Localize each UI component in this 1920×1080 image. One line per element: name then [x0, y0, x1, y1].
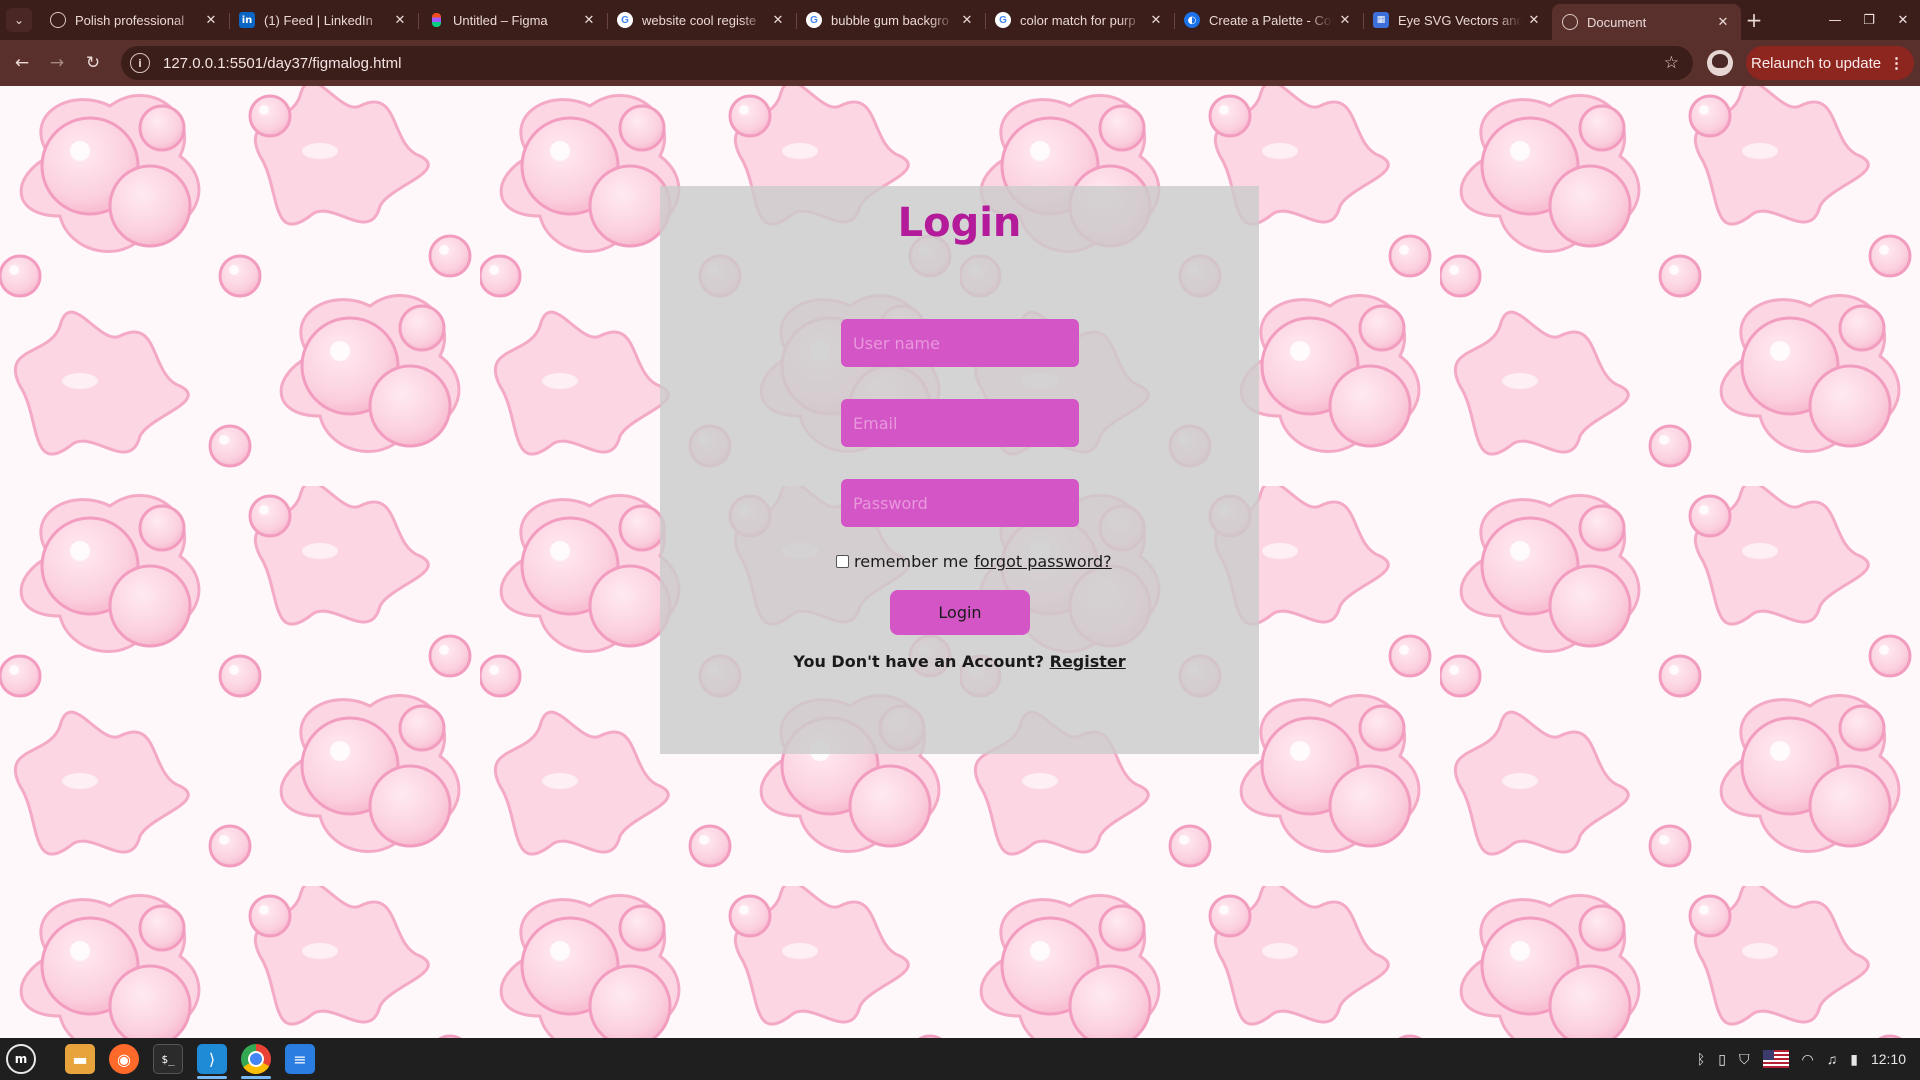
palette-icon: ◐	[1184, 12, 1200, 28]
google-icon: G	[806, 12, 822, 28]
globe-icon	[50, 12, 66, 28]
system-tray: ᛒ ▯ ⛉ ◠ ♫ ▮ 12:10	[1697, 1038, 1920, 1080]
remember-me-label: remember me	[854, 552, 969, 571]
linkedin-icon: in	[239, 12, 255, 28]
register-link[interactable]: Register	[1050, 652, 1126, 671]
google-icon: G	[995, 12, 1011, 28]
site-info-icon[interactable]: i	[130, 53, 150, 73]
tab-strip: ⌄ Polish professional ✕ in (1) Feed | Li…	[0, 0, 1920, 40]
clock[interactable]: 12:10	[1871, 1051, 1906, 1067]
more-menu-icon[interactable]: ⋮	[1889, 54, 1904, 72]
chrome-icon[interactable]	[241, 1044, 271, 1074]
page-viewport: Login remember me forgot password? Login…	[0, 86, 1920, 1038]
tab-document[interactable]: Document ✕	[1552, 4, 1741, 40]
globe-icon	[1562, 14, 1578, 30]
tab-website-cool-register[interactable]: G website cool registe ✕	[607, 4, 796, 36]
browser-toolbar: ← → ↻ i 127.0.0.1:5501/day37/figmalog.ht…	[0, 40, 1920, 86]
login-card: Login remember me forgot password? Login…	[660, 186, 1259, 754]
bluetooth-icon[interactable]: ᛒ	[1697, 1051, 1705, 1067]
register-row: You Don't have an Account? Register	[660, 652, 1259, 671]
tab-title: Polish professional	[75, 12, 185, 28]
reload-icon[interactable]: ↻	[81, 51, 105, 75]
close-icon[interactable]: ✕	[959, 12, 975, 28]
login-title: Login	[897, 200, 1022, 246]
terminal-icon[interactable]: $_	[153, 1044, 183, 1074]
tab-color-match[interactable]: G color match for purp ✕	[985, 4, 1174, 36]
close-icon[interactable]: ✕	[581, 12, 597, 28]
forward-arrow-icon[interactable]: →	[45, 51, 69, 75]
vscode-icon[interactable]: ⟩	[197, 1044, 227, 1074]
active-app-indicator	[241, 1076, 271, 1079]
no-account-text: You Don't have an Account?	[793, 652, 1045, 671]
forgot-password-link[interactable]: forgot password?	[974, 552, 1111, 571]
files-icon[interactable]: ▬	[65, 1044, 95, 1074]
back-arrow-icon[interactable]: ←	[10, 51, 34, 75]
tab-title: website cool registe	[642, 12, 757, 28]
tab-title: Eye SVG Vectors and	[1398, 12, 1522, 28]
close-icon[interactable]: ✕	[392, 12, 408, 28]
tab-title: Untitled – Figma	[453, 12, 548, 28]
close-icon[interactable]: ✕	[1526, 12, 1542, 28]
login-button[interactable]: Login	[890, 590, 1030, 635]
music-note-icon[interactable]: ♫	[1827, 1051, 1838, 1067]
tab-eye-svg-vectors[interactable]: ▦ Eye SVG Vectors and ✕	[1363, 4, 1552, 36]
remember-me-checkbox[interactable]	[836, 555, 849, 568]
close-icon[interactable]: ✕	[770, 12, 786, 28]
tab-list: Polish professional ✕ in (1) Feed | Link…	[40, 4, 1741, 40]
bookmark-star-icon[interactable]: ☆	[1664, 53, 1679, 73]
active-app-indicator	[197, 1076, 227, 1079]
battery-icon[interactable]: ▮	[1850, 1051, 1858, 1068]
tab-title: Document	[1587, 14, 1647, 30]
window-controls: — ❐ ✕	[1818, 0, 1920, 40]
clipboard-icon[interactable]: ▯	[1718, 1051, 1726, 1068]
profile-avatar[interactable]	[1707, 50, 1733, 76]
relaunch-to-update-button[interactable]: Relaunch to update ⋮	[1746, 46, 1914, 80]
tab-figma[interactable]: Untitled – Figma ✕	[418, 4, 607, 36]
tab-linkedin[interactable]: in (1) Feed | LinkedIn ✕	[229, 4, 418, 36]
email-input[interactable]	[841, 399, 1079, 447]
tab-title: (1) Feed | LinkedIn	[264, 12, 373, 28]
google-icon: G	[617, 12, 633, 28]
tab-polish-professional[interactable]: Polish professional ✕	[40, 4, 229, 36]
tab-title: bubble gum backgro	[831, 12, 949, 28]
tab-bubble-gum-background[interactable]: G bubble gum backgro ✕	[796, 4, 985, 36]
url-text[interactable]: 127.0.0.1:5501/day37/figmalog.html	[163, 55, 402, 72]
relaunch-label: Relaunch to update	[1751, 54, 1882, 72]
close-window-icon[interactable]: ✕	[1886, 0, 1920, 40]
taskbar: m ▬ ◉ $_ ⟩ ≡	[0, 1038, 1920, 1080]
wifi-icon[interactable]: ◠	[1802, 1051, 1814, 1068]
keyboard-layout-flag-icon[interactable]	[1762, 1050, 1789, 1068]
minimize-icon[interactable]: —	[1818, 0, 1852, 40]
username-input[interactable]	[841, 319, 1079, 367]
text-editor-icon[interactable]: ≡	[285, 1044, 315, 1074]
tab-search-button[interactable]: ⌄	[6, 8, 32, 32]
remember-row: remember me forgot password?	[836, 552, 1112, 571]
new-tab-button[interactable]: +	[1742, 8, 1766, 32]
tab-title: Create a Palette - Co	[1209, 12, 1332, 28]
tab-create-a-palette[interactable]: ◐ Create a Palette - Co ✕	[1174, 4, 1363, 36]
address-bar[interactable]: i 127.0.0.1:5501/day37/figmalog.html ☆	[121, 46, 1693, 80]
restore-icon[interactable]: ❐	[1852, 0, 1886, 40]
tab-title: color match for purp	[1020, 12, 1136, 28]
password-input[interactable]	[841, 479, 1079, 527]
close-icon[interactable]: ✕	[1715, 14, 1731, 30]
figma-icon	[428, 12, 444, 28]
close-icon[interactable]: ✕	[1148, 12, 1164, 28]
close-icon[interactable]: ✕	[203, 12, 219, 28]
svgrepo-icon: ▦	[1373, 12, 1389, 28]
close-icon[interactable]: ✕	[1337, 12, 1353, 28]
shield-icon[interactable]: ⛉	[1739, 1051, 1750, 1068]
mint-menu-icon[interactable]: m	[6, 1044, 36, 1074]
firefox-icon[interactable]: ◉	[109, 1044, 139, 1074]
